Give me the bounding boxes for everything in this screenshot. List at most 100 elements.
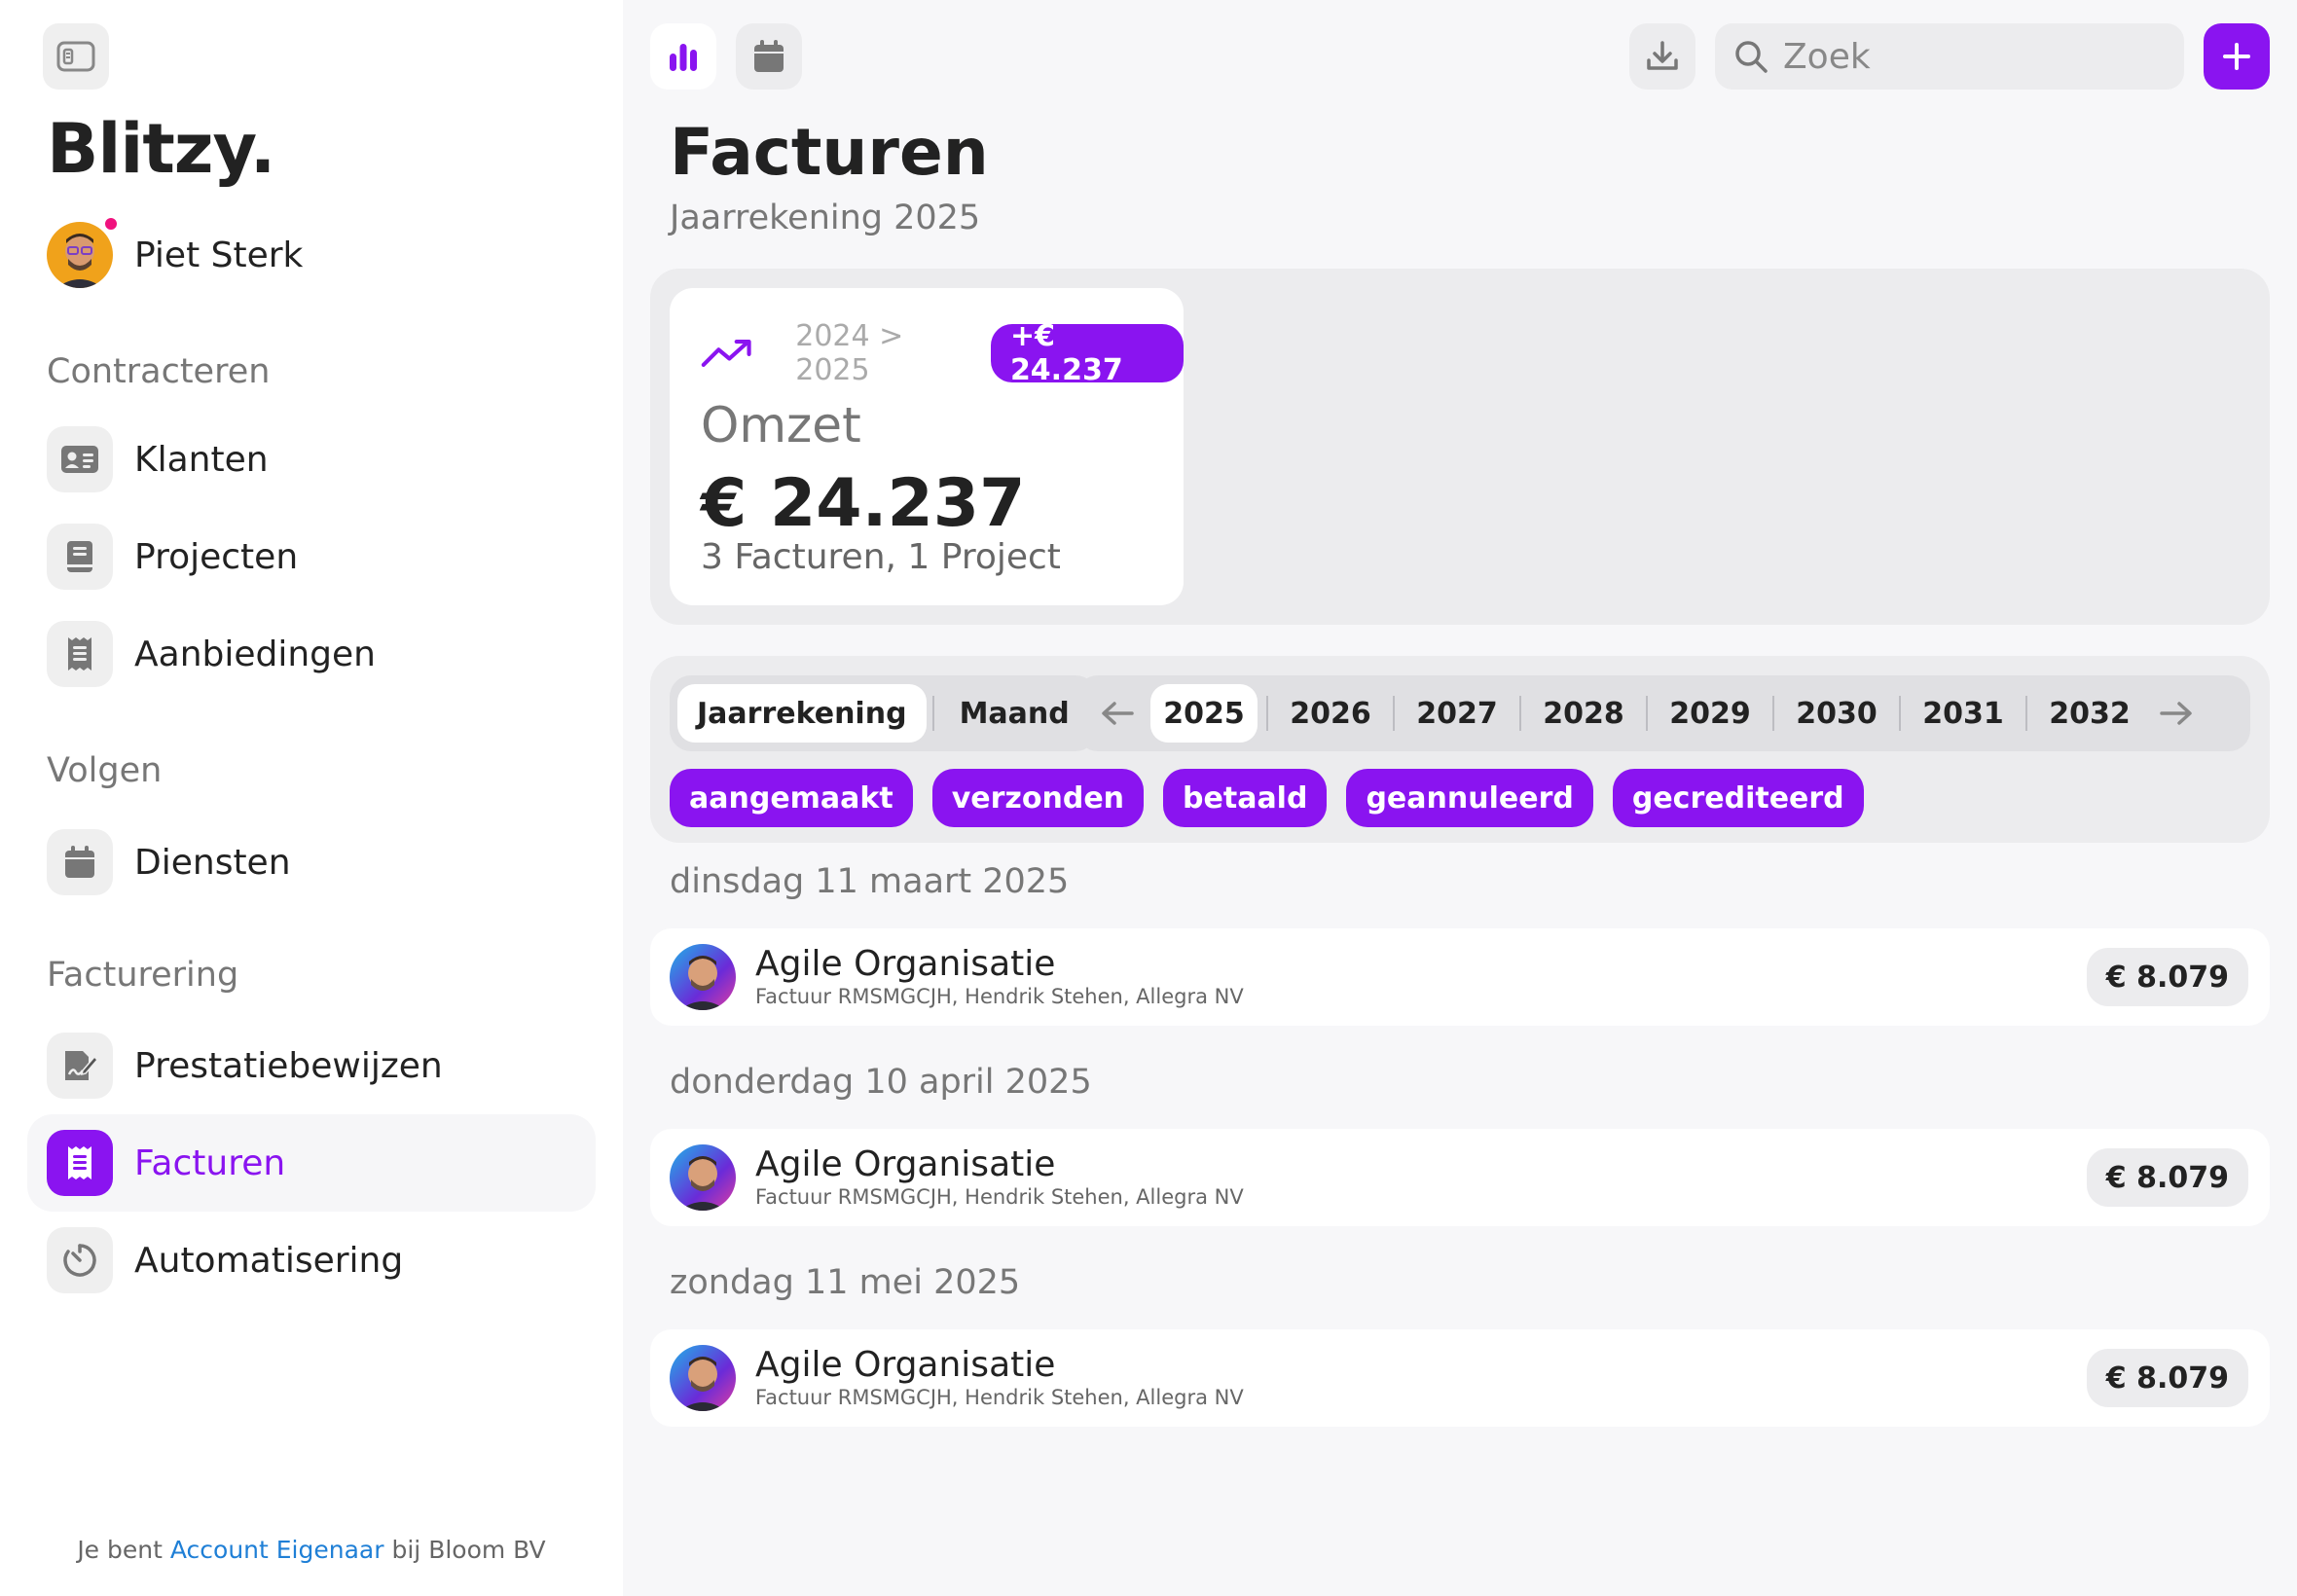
invoice-amount: € 8.079 xyxy=(2086,1148,2248,1207)
date-heading: zondag 11 mei 2025 xyxy=(670,1263,1021,1302)
divider xyxy=(2025,696,2027,731)
card-label: Omzet xyxy=(701,397,861,453)
invoice-subtitle: Factuur RMSMGCJH, Hendrik Stehen, Allegr… xyxy=(755,1386,1244,1409)
year-2027[interactable]: 2027 xyxy=(1404,684,1511,743)
sidebar-icon xyxy=(56,41,95,72)
sidebar-item-label: Aanbiedingen xyxy=(134,634,376,674)
page-subtitle: Jaarrekening 2025 xyxy=(670,199,981,237)
sidebar-item-label: Automatisering xyxy=(134,1240,404,1281)
book-icon xyxy=(67,541,92,572)
mode-option-maand[interactable]: Maand xyxy=(940,684,1089,743)
status-chip-geannuleerd[interactable]: geannuleerd xyxy=(1346,769,1593,827)
arrow-left-icon xyxy=(1102,702,1134,725)
add-button[interactable] xyxy=(2204,23,2270,90)
sidebar-item-label: Klanten xyxy=(134,439,269,480)
previous-year-button[interactable] xyxy=(1084,684,1150,743)
year-2030[interactable]: 2030 xyxy=(1783,684,1890,743)
year-selector: 2025 2026 2027 2028 2029 2030 2031 2032 xyxy=(1076,675,2250,751)
sidebar-item-prestatiebewijzen[interactable]: Prestatiebewijzen xyxy=(27,1017,596,1114)
invoice-amount: € 8.079 xyxy=(2086,948,2248,1006)
invoice-amount: € 8.079 xyxy=(2086,1349,2248,1407)
search-input[interactable]: Zoek xyxy=(1715,23,2184,90)
status-chip-verzonden[interactable]: verzonden xyxy=(931,769,1145,827)
sidebar: Blitzy. Piet Sterk Contracteren Klanten … xyxy=(0,0,623,1596)
chart-view-button[interactable] xyxy=(650,23,716,90)
divider xyxy=(1519,696,1521,731)
receipt-icon xyxy=(68,637,91,671)
divider xyxy=(1772,696,1774,731)
year-2028[interactable]: 2028 xyxy=(1530,684,1637,743)
contact-card-icon xyxy=(61,446,98,473)
footer-prefix: Je bent xyxy=(77,1536,163,1564)
divider xyxy=(1646,696,1648,731)
card-meta: 3 Facturen, 1 Project xyxy=(701,537,1061,577)
invoice-subtitle: Factuur RMSMGCJH, Hendrik Stehen, Allegr… xyxy=(755,1185,1244,1209)
status-filters: aangemaakt verzonden betaald geannuleerd… xyxy=(670,769,1883,827)
calendar-view-button[interactable] xyxy=(736,23,802,90)
mode-segmented-control: Jaarrekening Maand xyxy=(670,675,1097,751)
trending-up-icon xyxy=(701,340,751,367)
invoice-row[interactable]: Agile Organisatie Factuur RMSMGCJH, Hend… xyxy=(650,928,2270,1026)
search-placeholder: Zoek xyxy=(1783,36,1871,77)
year-2031[interactable]: 2031 xyxy=(1910,684,2017,743)
year-2029[interactable]: 2029 xyxy=(1657,684,1764,743)
summary-panel: 2024 > 2025 +€ 24.237 Omzet € 24.237 3 F… xyxy=(650,269,2270,625)
user-avatar xyxy=(47,222,113,288)
calendar-icon xyxy=(65,846,94,878)
timer-icon xyxy=(63,1244,96,1277)
download-button[interactable] xyxy=(1629,23,1695,90)
next-year-button[interactable] xyxy=(2143,684,2209,743)
sidebar-item-diensten[interactable]: Diensten xyxy=(27,814,596,911)
divider xyxy=(931,696,934,731)
sidebar-toggle-button[interactable] xyxy=(43,23,109,90)
sidebar-item-automatisering[interactable]: Automatisering xyxy=(27,1212,596,1309)
sidebar-item-label: Prestatiebewijzen xyxy=(134,1045,443,1086)
section-title-volgen: Volgen xyxy=(47,751,163,790)
section-title-facturering: Facturering xyxy=(47,956,239,995)
sidebar-item-label: Diensten xyxy=(134,842,291,883)
plus-icon xyxy=(2223,43,2250,70)
divider xyxy=(1899,696,1901,731)
user-profile[interactable]: Piet Sterk xyxy=(47,216,304,288)
invoice-row[interactable]: Agile Organisatie Factuur RMSMGCJH, Hend… xyxy=(650,1129,2270,1226)
status-chip-betaald[interactable]: betaald xyxy=(1163,769,1328,827)
year-2032[interactable]: 2032 xyxy=(2036,684,2143,743)
invoice-title: Agile Organisatie xyxy=(755,1144,1056,1184)
mode-option-jaarrekening[interactable]: Jaarrekening xyxy=(677,684,927,743)
sidebar-item-projecten[interactable]: Projecten xyxy=(27,508,596,605)
invoice-icon xyxy=(68,1146,91,1179)
year-2026[interactable]: 2026 xyxy=(1277,684,1384,743)
download-icon xyxy=(1647,41,1678,70)
client-avatar xyxy=(670,944,736,1010)
client-avatar xyxy=(670,1144,736,1211)
growth-badge: +€ 24.237 xyxy=(990,319,1184,387)
year-2025[interactable]: 2025 xyxy=(1150,684,1258,743)
divider xyxy=(1266,696,1268,731)
invoice-title: Agile Organisatie xyxy=(755,1345,1056,1385)
status-chip-aangemaakt[interactable]: aangemaakt xyxy=(670,769,913,827)
invoice-title: Agile Organisatie xyxy=(755,944,1056,984)
account-role-link[interactable]: Account Eigenaar xyxy=(170,1536,384,1564)
revenue-card[interactable]: 2024 > 2025 +€ 24.237 Omzet € 24.237 3 F… xyxy=(670,288,1184,605)
date-heading: donderdag 10 april 2025 xyxy=(670,1063,1092,1102)
date-heading: dinsdag 11 maart 2025 xyxy=(670,862,1070,901)
sidebar-item-aanbiedingen[interactable]: Aanbiedingen xyxy=(27,605,596,703)
sidebar-item-label: Projecten xyxy=(134,536,299,577)
calendar-icon xyxy=(754,40,784,72)
filter-panel: Jaarrekening Maand 2025 2026 2027 2028 2… xyxy=(650,656,2270,843)
page-title: Facturen xyxy=(670,115,989,190)
user-name: Piet Sterk xyxy=(134,235,304,275)
bar-chart-icon xyxy=(670,44,697,71)
account-footer: Je bent Account Eigenaar bij Bloom BV xyxy=(0,1536,623,1564)
revenue-value: € 24.237 xyxy=(701,465,1026,542)
search-icon xyxy=(1735,41,1768,73)
invoice-subtitle: Factuur RMSMGCJH, Hendrik Stehen, Allegr… xyxy=(755,985,1244,1008)
client-avatar xyxy=(670,1345,736,1411)
sidebar-item-facturen[interactable]: Facturen xyxy=(27,1114,596,1212)
sidebar-item-klanten[interactable]: Klanten xyxy=(27,411,596,508)
signature-icon xyxy=(65,1051,98,1080)
invoice-row[interactable]: Agile Organisatie Factuur RMSMGCJH, Hend… xyxy=(650,1329,2270,1427)
notification-dot xyxy=(103,216,119,232)
comparison-range: 2024 > 2025 xyxy=(795,319,904,387)
status-chip-gecrediteerd[interactable]: gecrediteerd xyxy=(1612,769,1864,827)
